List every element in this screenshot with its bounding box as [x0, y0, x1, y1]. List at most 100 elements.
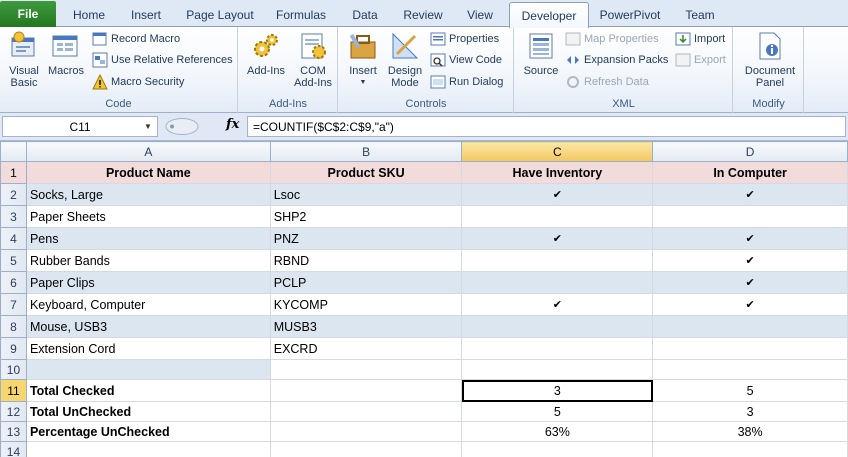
- product-sku-cell[interactable]: PNZ: [269, 227, 463, 250]
- tab-team[interactable]: Team: [672, 4, 728, 26]
- tab-powerpivot[interactable]: PowerPivot: [592, 4, 668, 26]
- export-button[interactable]: Export: [675, 51, 726, 69]
- row-header[interactable]: 8: [0, 315, 27, 338]
- summary-empty-cell[interactable]: [269, 441, 463, 457]
- row-header[interactable]: 5: [0, 249, 27, 272]
- insert-function-button[interactable]: fx: [226, 117, 239, 132]
- summary-empty-cell[interactable]: [269, 401, 463, 422]
- row-header[interactable]: 3: [0, 205, 27, 228]
- row-header[interactable]: 9: [0, 337, 27, 360]
- name-box[interactable]: C11: [2, 116, 158, 137]
- record-macro-button[interactable]: Record Macro: [92, 30, 180, 48]
- have-inventory-cell[interactable]: ✔: [461, 293, 654, 316]
- in-computer-cell[interactable]: [652, 359, 848, 380]
- tab-data[interactable]: Data: [338, 4, 392, 26]
- product-sku-cell[interactable]: [269, 359, 463, 380]
- row-header[interactable]: 13: [0, 421, 27, 442]
- have-inventory-cell[interactable]: ✔: [461, 183, 654, 206]
- use-relative-references-button[interactable]: Use Relative References: [92, 51, 233, 69]
- in-computer-cell[interactable]: [652, 315, 848, 338]
- in-computer-cell[interactable]: ✔: [652, 271, 848, 294]
- product-name-cell[interactable]: Keyboard, Computer: [25, 293, 271, 316]
- in-computer-cell[interactable]: ✔: [652, 249, 848, 272]
- document-panel-button[interactable]: Document Panel: [738, 30, 802, 89]
- have-inventory-cell[interactable]: [461, 315, 654, 338]
- product-name-cell[interactable]: Paper Clips: [25, 271, 271, 294]
- summary-empty-cell[interactable]: [269, 421, 463, 442]
- column-header-c[interactable]: C: [461, 141, 654, 162]
- summary-label-cell[interactable]: Total UnChecked: [25, 401, 271, 422]
- summary-label-cell[interactable]: [25, 441, 271, 457]
- row-header[interactable]: 1: [0, 161, 27, 184]
- summary-value-cell[interactable]: [652, 441, 848, 457]
- header-cell[interactable]: Product SKU: [269, 161, 463, 184]
- product-sku-cell[interactable]: RBND: [269, 249, 463, 272]
- product-name-cell[interactable]: Socks, Large: [25, 183, 271, 206]
- summary-label-cell[interactable]: Percentage UnChecked: [25, 421, 271, 442]
- run-dialog-button[interactable]: Run Dialog: [430, 73, 503, 91]
- import-button[interactable]: Import: [675, 30, 725, 48]
- have-inventory-cell[interactable]: ✔: [461, 227, 654, 250]
- in-computer-cell[interactable]: ✔: [652, 227, 848, 250]
- have-inventory-cell[interactable]: [461, 337, 654, 360]
- have-inventory-cell[interactable]: [461, 271, 654, 294]
- tab-page-layout[interactable]: Page Layout: [176, 4, 264, 26]
- product-name-cell[interactable]: Rubber Bands: [25, 249, 271, 272]
- header-cell[interactable]: In Computer: [652, 161, 848, 184]
- row-header[interactable]: 11: [0, 379, 27, 402]
- addins-button[interactable]: Add-Ins: [244, 30, 288, 77]
- product-sku-cell[interactable]: KYCOMP: [269, 293, 463, 316]
- summary-empty-cell[interactable]: [269, 379, 463, 402]
- product-name-cell[interactable]: Pens: [25, 227, 271, 250]
- selected-cell-c11[interactable]: 3: [461, 379, 654, 402]
- visual-basic-button[interactable]: Visual Basic: [4, 30, 44, 89]
- row-header[interactable]: 10: [0, 359, 27, 380]
- tab-formulas[interactable]: Formulas: [266, 4, 336, 26]
- have-inventory-cell[interactable]: [461, 249, 654, 272]
- product-sku-cell[interactable]: Lsoc: [269, 183, 463, 206]
- map-properties-button[interactable]: Map Properties: [565, 30, 659, 48]
- product-sku-cell[interactable]: EXCRD: [269, 337, 463, 360]
- summary-value-cell[interactable]: 38%: [652, 421, 848, 442]
- view-code-button[interactable]: View Code: [430, 51, 502, 69]
- column-header-a[interactable]: A: [25, 141, 271, 162]
- tab-home[interactable]: Home: [62, 4, 116, 26]
- formula-input[interactable]: =COUNTIF($C$2:C$9,"a"): [247, 116, 846, 137]
- summary-value-cell[interactable]: [461, 441, 654, 457]
- summary-value-cell[interactable]: 5: [652, 379, 848, 402]
- tab-file[interactable]: File: [0, 1, 56, 27]
- insert-control-button[interactable]: Insert ▼: [343, 30, 383, 89]
- chevron-down-icon[interactable]: ▼: [144, 122, 152, 131]
- design-mode-button[interactable]: Design Mode: [385, 30, 425, 89]
- header-cell[interactable]: Product Name: [25, 161, 271, 184]
- product-name-cell[interactable]: Mouse, USB3: [25, 315, 271, 338]
- product-name-cell[interactable]: Paper Sheets: [25, 205, 271, 228]
- have-inventory-cell[interactable]: [461, 359, 654, 380]
- tab-developer[interactable]: Developer: [509, 2, 589, 28]
- in-computer-cell[interactable]: ✔: [652, 183, 848, 206]
- row-header[interactable]: 4: [0, 227, 27, 250]
- product-sku-cell[interactable]: PCLP: [269, 271, 463, 294]
- macro-security-button[interactable]: Macro Security: [92, 73, 184, 91]
- in-computer-cell[interactable]: ✔: [652, 293, 848, 316]
- xml-source-button[interactable]: Source: [521, 30, 561, 77]
- tab-insert[interactable]: Insert: [118, 4, 174, 26]
- summary-value-cell[interactable]: 3: [652, 401, 848, 422]
- in-computer-cell[interactable]: [652, 205, 848, 228]
- header-cell[interactable]: Have Inventory: [461, 161, 654, 184]
- row-header[interactable]: 2: [0, 183, 27, 206]
- product-sku-cell[interactable]: MUSB3: [269, 315, 463, 338]
- summary-value-cell[interactable]: 5: [461, 401, 654, 422]
- have-inventory-cell[interactable]: [461, 205, 654, 228]
- product-name-cell[interactable]: Extension Cord: [25, 337, 271, 360]
- row-header[interactable]: 14: [0, 441, 27, 457]
- tab-view[interactable]: View: [454, 4, 506, 26]
- tab-review[interactable]: Review: [394, 4, 452, 26]
- macros-button[interactable]: Macros: [46, 30, 86, 77]
- refresh-data-button[interactable]: Refresh Data: [565, 73, 649, 91]
- column-header-b[interactable]: B: [269, 141, 463, 162]
- properties-button[interactable]: Properties: [430, 30, 499, 48]
- product-name-cell[interactable]: [25, 359, 271, 380]
- row-header[interactable]: 7: [0, 293, 27, 316]
- product-sku-cell[interactable]: SHP2: [269, 205, 463, 228]
